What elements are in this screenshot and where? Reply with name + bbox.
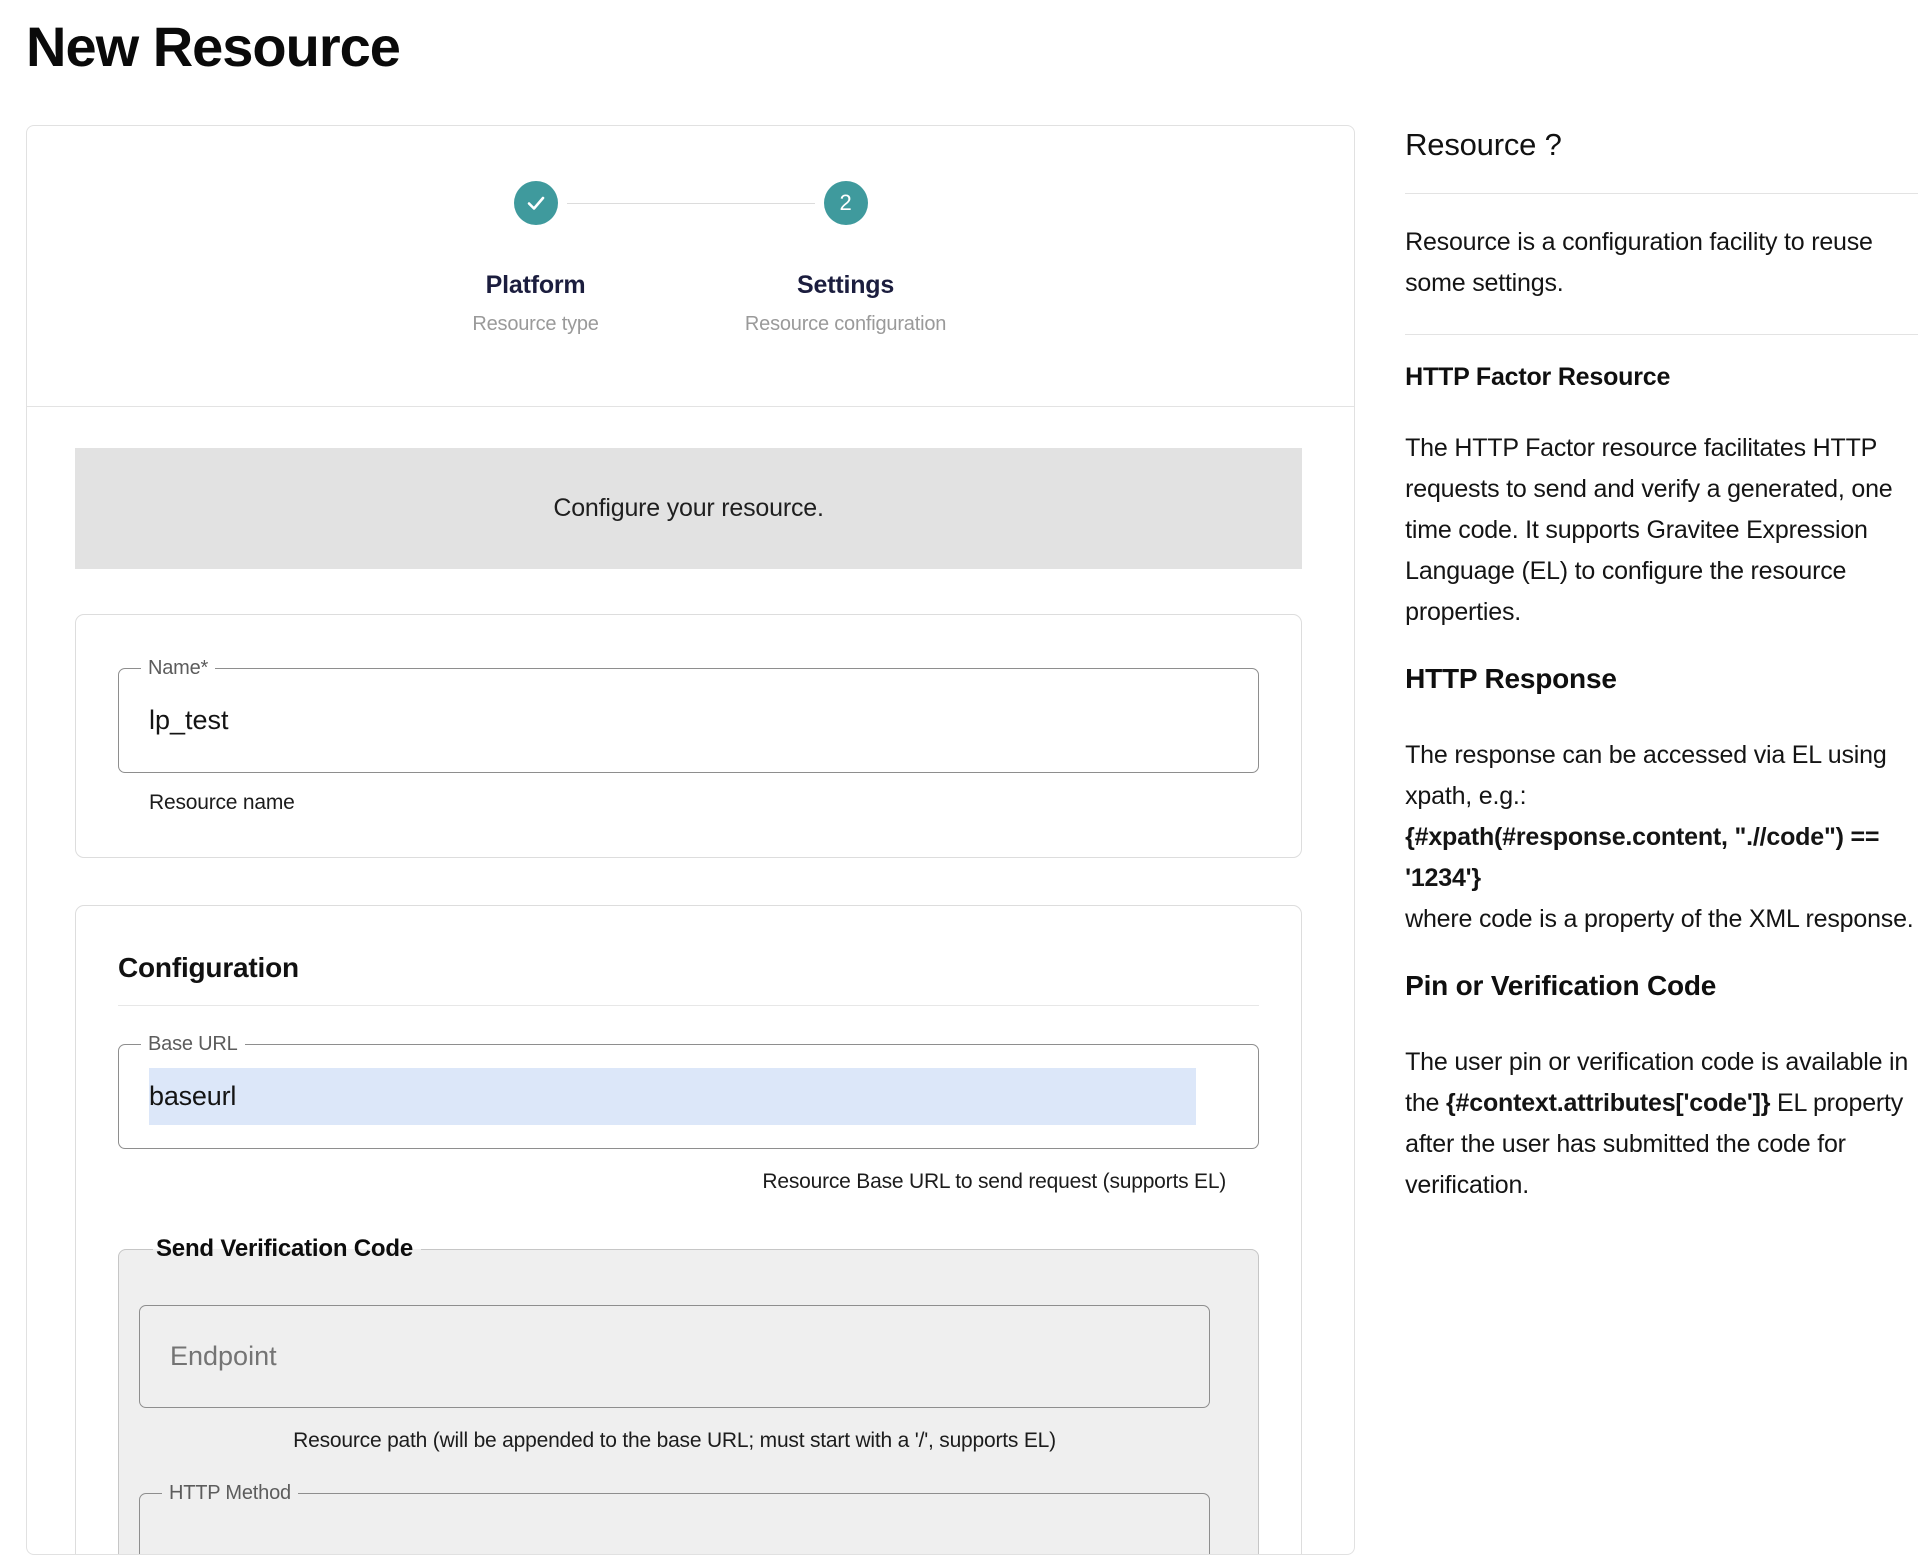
new-resource-page: New Resource Platform Resource type xyxy=(0,0,1918,1555)
info-banner-text: Configure your resource. xyxy=(553,494,823,523)
http-method-field[interactable]: HTTP Method xyxy=(139,1493,1210,1555)
help-heading-pin: Pin or Verification Code xyxy=(1405,970,1918,1002)
stepper-step-settings[interactable]: 2 Settings Resource configuration xyxy=(691,181,1001,406)
endpoint-input[interactable] xyxy=(139,1305,1210,1408)
new-resource-card: Platform Resource type 2 Settings Resour… xyxy=(26,125,1355,1555)
name-card: Name* Resource name xyxy=(75,614,1302,858)
step-sublabel-platform: Resource type xyxy=(472,313,598,336)
send-verification-code-group: Send Verification Code Resource path (wi… xyxy=(118,1235,1259,1555)
help-text-http-response: The response can be accessed via EL usin… xyxy=(1405,735,1918,940)
base-url-field: Base URL baseurl xyxy=(118,1044,1259,1149)
base-url-input[interactable]: baseurl xyxy=(119,1045,1258,1148)
endpoint-hint: Resource path (will be appended to the b… xyxy=(139,1429,1210,1453)
step-number-indicator: 2 xyxy=(824,181,868,225)
help-title: Resource ? xyxy=(1405,127,1918,163)
step-label-platform: Platform xyxy=(486,271,586,300)
help-heading-http-response: HTTP Response xyxy=(1405,663,1918,695)
configuration-divider xyxy=(118,1005,1259,1006)
step-sublabel-settings: Resource configuration xyxy=(745,313,946,336)
info-banner: Configure your resource. xyxy=(75,448,1302,569)
base-url-value: baseurl xyxy=(149,1068,1196,1125)
http-method-label: HTTP Method xyxy=(162,1481,298,1505)
configuration-heading: Configuration xyxy=(118,952,1259,984)
help-pin-code: {#context.attributes['code']} xyxy=(1446,1089,1770,1117)
step-content: Configure your resource. Name* Resource … xyxy=(27,448,1354,1555)
step-label-settings: Settings xyxy=(797,271,894,300)
help-response-intro: The response can be accessed via EL usin… xyxy=(1405,735,1918,817)
help-heading-http-factor: HTTP Factor Resource xyxy=(1405,363,1918,392)
stepper-connector xyxy=(567,203,815,204)
name-field: Name* xyxy=(118,668,1259,773)
divider xyxy=(1405,334,1918,335)
help-panel: Resource ? Resource is a configuration f… xyxy=(1405,125,1918,1236)
divider xyxy=(1405,193,1918,194)
help-response-code: {#xpath(#response.content, ".//code") ==… xyxy=(1405,817,1918,899)
configuration-card: Configuration Base URL baseurl Resource … xyxy=(75,905,1302,1555)
help-text-pin: The user pin or verification code is ava… xyxy=(1405,1042,1918,1206)
help-intro: Resource is a configuration facility to … xyxy=(1405,222,1918,304)
stepper-step-platform[interactable]: Platform Resource type xyxy=(381,181,691,406)
send-verification-code-legend: Send Verification Code xyxy=(153,1235,421,1263)
content-row: Platform Resource type 2 Settings Resour… xyxy=(26,125,1918,1555)
help-text-http-factor: The HTTP Factor resource facilitates HTT… xyxy=(1405,428,1918,633)
stepper: Platform Resource type 2 Settings Resour… xyxy=(27,126,1354,407)
name-field-hint: Resource name xyxy=(149,791,1259,815)
base-url-hint: Resource Base URL to send request (suppo… xyxy=(118,1170,1226,1194)
help-response-outro: where code is a property of the XML resp… xyxy=(1405,899,1918,940)
page-title: New Resource xyxy=(26,14,1918,79)
check-icon xyxy=(525,192,547,214)
name-input[interactable] xyxy=(119,669,1258,772)
base-url-label: Base URL xyxy=(141,1032,245,1056)
step-completed-indicator xyxy=(514,181,558,225)
